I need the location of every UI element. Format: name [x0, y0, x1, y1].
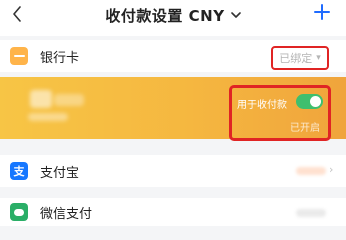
payment-settings-screen: 收付款设置 CNY 银行卡 已绑定 ▾ 用于收付款 已开启 支 支付宝 › 微信… — [0, 0, 346, 236]
bank-card-status[interactable]: 已绑定 ▾ — [271, 46, 329, 70]
blurred-card-number — [28, 113, 68, 121]
wechat-pay-row[interactable]: 微信支付 — [0, 198, 346, 226]
blurred-alipay-status — [296, 167, 326, 175]
blurred-wechat-status — [296, 209, 326, 217]
toggle-knob — [310, 96, 321, 107]
chevron-down-icon — [230, 11, 241, 18]
usage-label: 用于收付款 — [237, 100, 287, 111]
caret-down-icon: ▾ — [316, 53, 321, 63]
alipay-row[interactable]: 支 支付宝 — [0, 155, 346, 187]
alipay-label: 支付宝 — [40, 165, 80, 181]
wechat-pay-icon — [10, 203, 28, 221]
bank-card-icon — [10, 47, 28, 65]
blurred-bank-logo — [30, 90, 52, 108]
wechat-pay-label: 微信支付 — [40, 206, 93, 222]
alipay-icon: 支 — [10, 162, 28, 180]
chevron-left-icon — [13, 6, 21, 22]
bank-card-label: 银行卡 — [40, 50, 80, 66]
add-method-button[interactable] — [310, 0, 334, 24]
currency-title-dropdown[interactable]: 收付款设置 CNY — [105, 5, 241, 26]
plus-icon — [314, 4, 330, 20]
page-title: 收付款设置 CNY — [105, 6, 225, 25]
back-button[interactable] — [4, 3, 30, 25]
chevron-right-icon: › — [329, 163, 334, 176]
usage-status-text: 已开启 — [290, 123, 320, 134]
top-nav-bar: 收付款设置 CNY — [0, 0, 346, 36]
bound-status-text: 已绑定 — [279, 52, 313, 65]
bottom-spacer — [0, 229, 346, 236]
usage-toggle[interactable] — [296, 94, 323, 109]
blurred-bank-name — [54, 94, 84, 106]
